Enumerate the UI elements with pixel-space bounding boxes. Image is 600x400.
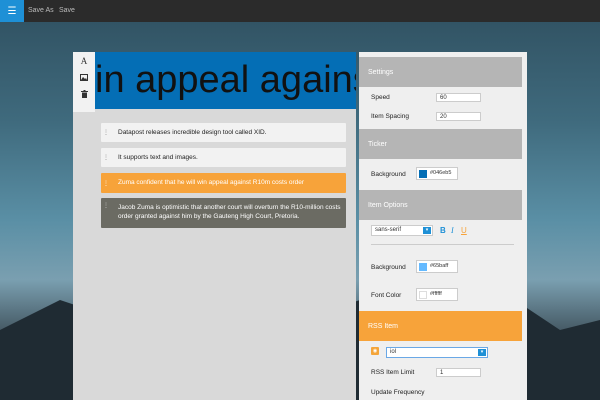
speed-label: Speed: [371, 94, 390, 101]
ticker-item[interactable]: ⋮ Jacob Zuma is optimistic that another …: [101, 198, 346, 228]
rss-item-limit-label: RSS Item Limit: [371, 369, 415, 376]
font-color-label: Font Color: [371, 292, 402, 299]
color-swatch: [419, 291, 427, 299]
chevron-down-icon: ▾: [423, 227, 431, 234]
update-frequency-label: Update Frequency: [371, 389, 425, 396]
drag-handle-icon[interactable]: ⋮: [101, 123, 111, 142]
ticker-item[interactable]: ⋮ It supports text and images.: [101, 148, 346, 167]
text-icon[interactable]: A: [79, 56, 89, 66]
item-spacing-label: Item Spacing: [371, 113, 409, 120]
ticker-item-text: Zuma confident that he will win appeal a…: [118, 179, 305, 186]
tool-column: A: [73, 52, 95, 112]
ticker-item[interactable]: ⋮ Datapost releases incredible design to…: [101, 123, 346, 142]
settings-header: Settings: [359, 57, 522, 87]
ticker-background-label: Background: [371, 171, 406, 178]
item-background-label: Background: [371, 264, 406, 271]
color-swatch: [419, 263, 427, 271]
ticker-header: Ticker: [359, 129, 522, 159]
ticker-background-picker[interactable]: #046eb5: [416, 167, 458, 180]
bold-button[interactable]: B: [440, 226, 446, 235]
ticker-item-text: It supports text and images.: [118, 154, 198, 161]
item-background-value: #65baff: [430, 263, 449, 269]
font-color-picker[interactable]: #ffffff: [416, 288, 458, 301]
menu-icon: ☰: [7, 5, 17, 17]
top-toolbar: ☰ Save As Save: [0, 0, 600, 22]
menu-button[interactable]: ☰: [0, 0, 24, 22]
trash-icon[interactable]: [79, 89, 89, 99]
rss-item-limit-select[interactable]: 1: [436, 368, 481, 377]
ticker-item-selected[interactable]: ⋮ Zuma confident that he will win appeal…: [101, 173, 346, 193]
save-button[interactable]: Save: [59, 7, 75, 14]
ticker-item-text: Datapost releases incredible design tool…: [118, 129, 267, 136]
font-color-value: #ffffff: [430, 291, 442, 297]
item-options-header: Item Options: [359, 190, 522, 220]
drag-handle-icon[interactable]: ⋮: [101, 198, 111, 232]
item-background-picker[interactable]: #65baff: [416, 260, 458, 273]
item-spacing-input[interactable]: 20: [436, 112, 481, 121]
italic-button[interactable]: I: [451, 226, 454, 235]
font-select[interactable]: sans-serif ▾: [371, 225, 433, 236]
save-as-button[interactable]: Save As: [28, 7, 54, 14]
drag-handle-icon[interactable]: ⋮: [101, 148, 111, 167]
ticker-item-text: Jacob Zuma is optimistic that another co…: [118, 204, 341, 220]
underline-button[interactable]: U: [461, 226, 467, 235]
font-select-value: sans-serif: [375, 227, 402, 233]
image-icon[interactable]: [79, 72, 89, 82]
rss-feed-value: iol: [390, 349, 397, 355]
chevron-down-icon: ▾: [478, 349, 486, 356]
ticker-background-value: #046eb5: [430, 170, 452, 176]
ticker-preview: in appeal against R10: [95, 52, 356, 109]
rss-feed-select[interactable]: iol ▾: [386, 347, 488, 358]
ticker-preview-text: in appeal against R10: [95, 59, 356, 101]
color-swatch: [419, 170, 427, 178]
rss-item-header: RSS Item: [359, 311, 522, 341]
speed-input[interactable]: 60: [436, 93, 481, 102]
drag-handle-icon[interactable]: ⋮: [101, 173, 111, 193]
rss-icon: ◉: [371, 347, 379, 355]
divider: [371, 244, 514, 245]
